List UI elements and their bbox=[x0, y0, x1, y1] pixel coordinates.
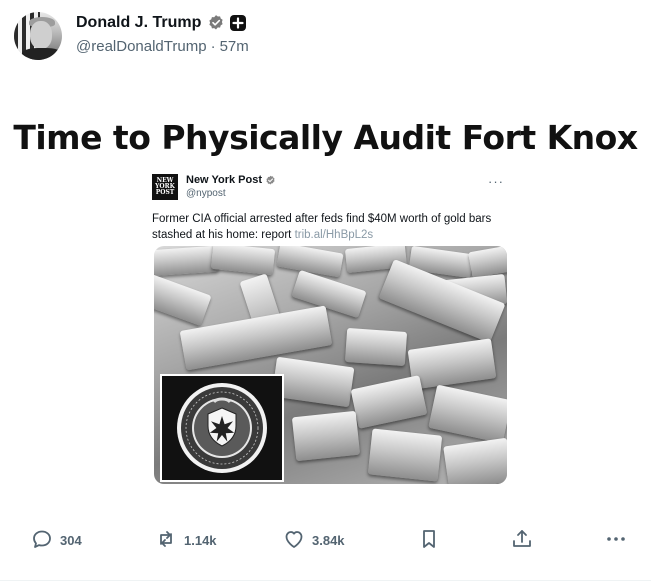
gold-bar bbox=[407, 338, 497, 390]
name-row: Donald J. Trump bbox=[76, 14, 249, 32]
avatar[interactable] bbox=[14, 12, 62, 60]
avatar-face bbox=[30, 21, 52, 49]
like-count: 3.84k bbox=[312, 533, 345, 548]
repost-button[interactable]: 1.14k bbox=[154, 527, 217, 554]
display-name[interactable]: Donald J. Trump bbox=[76, 14, 201, 32]
bookmark-button[interactable] bbox=[417, 527, 441, 554]
embed-link: trib.al/HhBpL2s bbox=[294, 229, 374, 241]
repost-count: 1.14k bbox=[184, 533, 217, 548]
heart-icon bbox=[282, 527, 306, 554]
gold-bar bbox=[291, 410, 361, 462]
nypost-logo: NEW YORK POST bbox=[152, 174, 178, 200]
embed-handle: @nypost bbox=[186, 188, 226, 199]
gold-bar bbox=[154, 246, 219, 277]
post-time[interactable]: 57m bbox=[220, 38, 249, 55]
share-icon bbox=[510, 527, 534, 554]
embedded-post-image[interactable]: NEW YORK POST New York Post @nypost ··· … bbox=[142, 164, 512, 492]
author-names: Donald J. Trump @realDonaldTrump · 57m bbox=[76, 14, 249, 55]
gold-bar bbox=[443, 437, 507, 484]
gold-bar bbox=[428, 384, 507, 444]
divider bbox=[0, 580, 651, 581]
author-handle[interactable]: @realDonaldTrump bbox=[76, 38, 207, 55]
gold-bar bbox=[271, 356, 355, 408]
embed-header: NEW YORK POST New York Post @nypost bbox=[152, 174, 276, 200]
reply-count: 304 bbox=[60, 533, 82, 548]
embed-text: Former CIA official arrested after feds … bbox=[152, 211, 502, 243]
avatar-suit bbox=[22, 48, 62, 60]
like-button[interactable]: 3.84k bbox=[282, 527, 345, 554]
gold-bar bbox=[350, 375, 428, 429]
gold-bar bbox=[154, 274, 212, 326]
verified-badge-icon[interactable] bbox=[207, 14, 225, 32]
more-options-button[interactable] bbox=[604, 527, 628, 554]
embed-display-name: New York Post bbox=[186, 174, 263, 186]
handle-row: @realDonaldTrump · 57m bbox=[76, 38, 249, 55]
bookmark-icon bbox=[417, 527, 441, 554]
separator-dot: · bbox=[210, 38, 216, 55]
plus-square-icon bbox=[229, 14, 247, 32]
gold-bar bbox=[344, 327, 408, 367]
embed-names: New York Post @nypost bbox=[186, 174, 276, 199]
gold-bar bbox=[210, 246, 276, 276]
gold-bars-photo bbox=[154, 246, 507, 484]
logo-line-3: POST bbox=[155, 189, 175, 196]
embed-name-row: New York Post bbox=[186, 174, 276, 186]
embed-verified-badge-icon bbox=[265, 175, 276, 186]
repost-icon bbox=[154, 527, 178, 554]
reply-button[interactable]: 304 bbox=[30, 527, 82, 554]
embed-more-icon: ··· bbox=[488, 174, 504, 189]
action-bar: 304 1.14k 3.84k bbox=[0, 527, 651, 559]
post-headline: Time to Physically Audit Fort Knox bbox=[13, 118, 638, 157]
post-header: Donald J. Trump @realDonaldTrump · 57m bbox=[14, 12, 249, 60]
cia-seal bbox=[160, 374, 284, 482]
share-button[interactable] bbox=[510, 527, 534, 554]
reply-icon bbox=[30, 527, 54, 554]
more-icon bbox=[604, 527, 628, 554]
gold-bar bbox=[367, 428, 443, 482]
